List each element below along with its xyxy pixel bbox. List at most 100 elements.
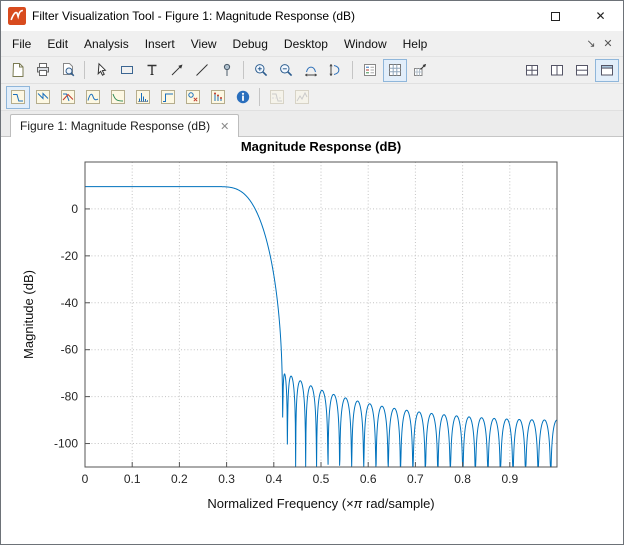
menu-window[interactable]: Window [336,33,395,55]
toggle-grid-icon [387,62,403,78]
print-button[interactable] [31,59,55,82]
menu-desktop[interactable]: Desktop [276,33,336,55]
tab-close-icon[interactable]: ✕ [220,120,229,133]
new-figure-icon [10,62,26,78]
insert-text-icon [144,62,160,78]
print-icon [35,62,51,78]
filter-measurements-icon [294,89,310,105]
filter-information-icon [235,89,251,105]
step-response-button[interactable] [156,86,180,109]
layout-tiled-icon [524,62,540,78]
filter-specifications-icon [269,89,285,105]
magnitude-response-button[interactable] [5,85,30,109]
y-axis-label: Magnitude (dB) [21,270,36,359]
y-tick-label: -40 [61,296,79,310]
zoom-out-button[interactable] [274,59,298,82]
title-bar[interactable]: Filter Visualization Tool - Figure 1: Ma… [1,1,623,31]
x-tick-label: 0.3 [218,472,235,486]
new-figure-button[interactable] [6,59,30,82]
zoom-out-icon [278,62,294,78]
maximize-icon [551,11,560,21]
phase-delay-button[interactable] [106,86,130,109]
insert-rectangle-button[interactable] [115,59,139,82]
zoom-in-button[interactable] [249,59,273,82]
toggle-grid-button[interactable] [382,58,407,82]
x-tick-label: 0.1 [124,472,141,486]
x-tick-label: 0.5 [313,472,330,486]
window-title: Filter Visualization Tool - Figure 1: Ma… [32,9,356,23]
y-tick-label: -20 [61,249,79,263]
close-button[interactable]: ✕ [578,1,623,31]
insert-rectangle-icon [119,62,135,78]
layout-maximized-button[interactable] [594,58,619,82]
toolbar-separator [352,61,353,79]
filter-information-button[interactable] [231,86,255,109]
fvtool-window: Filter Visualization Tool - Figure 1: Ma… [0,0,624,545]
pole-zero-icon [185,89,201,105]
toolbar-separator [259,88,260,106]
maximize-button[interactable] [533,1,578,31]
menu-analysis[interactable]: Analysis [76,33,137,55]
insert-text-button[interactable] [140,59,164,82]
menu-help[interactable]: Help [395,33,436,55]
phase-delay-icon [110,89,126,105]
x-tick-label: 0.9 [501,472,518,486]
menu-edit[interactable]: Edit [39,33,76,55]
x-tick-label: 0.6 [360,472,377,486]
step-response-icon [160,89,176,105]
insert-text-arrow-button[interactable] [165,59,189,82]
datatip-icon [412,62,428,78]
filter-coefficients-button[interactable] [206,86,230,109]
layout-split-vertical-button[interactable] [545,59,569,82]
datatip-button[interactable] [408,59,432,82]
analysis-toolbar [1,84,623,111]
layout-tiled-button[interactable] [520,59,544,82]
print-preview-icon [60,62,76,78]
print-preview-button[interactable] [56,59,80,82]
y-tick-label: 0 [71,202,78,216]
x-tick-label: 0.2 [171,472,188,486]
menu-corner-icons: ↘ ✕ [584,37,620,50]
zoom-y-icon [328,62,344,78]
plot-title: Magnitude Response (dB) [241,139,401,154]
zoom-y-button[interactable] [324,59,348,82]
filter-coefficients-icon [210,89,226,105]
y-tick-label: -100 [54,437,78,451]
edit-plot-button[interactable] [90,59,114,82]
x-tick-label: 0.7 [407,472,424,486]
layout-split-horizontal-button[interactable] [570,59,594,82]
insert-line-button[interactable] [190,59,214,82]
impulse-response-button[interactable] [131,86,155,109]
phase-response-button[interactable] [31,86,55,109]
toolbar-separator [84,61,85,79]
toggle-legend-button[interactable] [358,59,382,82]
pin-to-axes-button[interactable] [215,59,239,82]
phase-response-icon [35,89,51,105]
menu-view[interactable]: View [183,33,225,55]
app-icon [8,7,26,25]
magnitude-and-phase-button[interactable] [56,86,80,109]
tab-bar: Figure 1: Magnitude Response (dB) ✕ [1,111,623,137]
toggle-legend-icon [362,62,378,78]
close-figure-icon[interactable]: ✕ [601,37,615,50]
menu-insert[interactable]: Insert [137,33,183,55]
menu-file[interactable]: File [4,33,39,55]
menu-debug[interactable]: Debug [225,33,276,55]
window-layout-buttons [519,58,619,82]
figure-area: 0 0.1 0.2 0.3 0.4 0.5 0.6 0.7 0.8 0.9 0 -20 -40 -60 -8… [1,137,623,544]
zoom-x-icon [303,62,319,78]
filter-measurements-button [290,86,314,109]
tab-figure1[interactable]: Figure 1: Magnitude Response (dB) ✕ [10,114,240,137]
pin-to-axes-icon [219,62,235,78]
group-delay-icon [85,89,101,105]
magnitude-response-plot[interactable]: 0 0.1 0.2 0.3 0.4 0.5 0.6 0.7 0.8 0.9 0 -20 -40 -60 -8… [1,137,623,544]
impulse-response-icon [135,89,151,105]
insert-text-arrow-icon [169,62,185,78]
zoom-x-button[interactable] [299,59,323,82]
pole-zero-button[interactable] [181,86,205,109]
x-tick-label: 0.8 [454,472,471,486]
dock-figure-icon[interactable]: ↘ [584,37,598,50]
group-delay-button[interactable] [81,86,105,109]
magnitude-and-phase-icon [60,89,76,105]
y-tick-label: -60 [61,343,79,357]
